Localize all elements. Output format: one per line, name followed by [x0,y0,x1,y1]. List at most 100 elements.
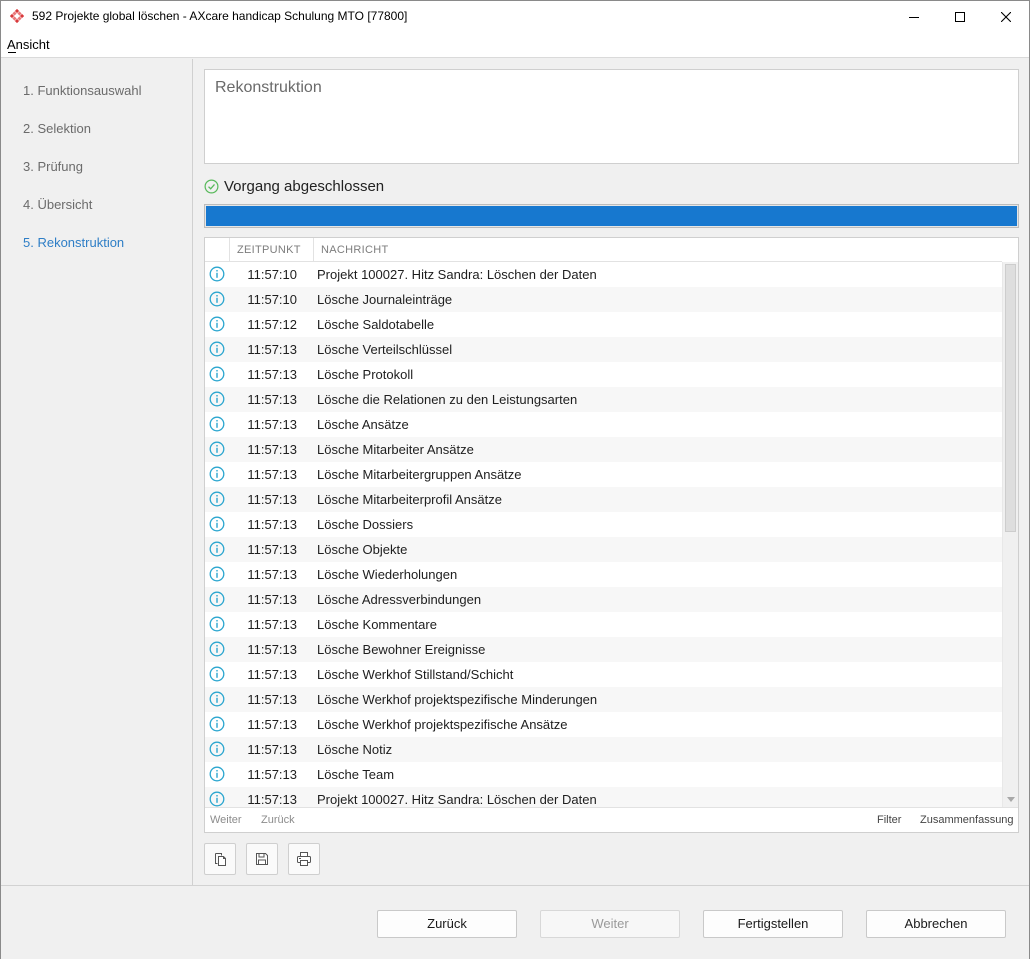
log-time: 11:57:13 [247,792,297,807]
log-row[interactable]: 11:57:13 Lösche Mitarbeiterprofil Ansätze [205,487,1002,512]
print-button[interactable] [288,843,320,875]
close-button[interactable] [983,1,1029,32]
app-logo-icon [10,9,24,23]
info-icon [209,291,225,307]
wizard-footer: Zurück Weiter Fertigstellen Abbrechen [1,885,1029,959]
log-message: Lösche Protokoll [317,367,414,382]
log-row[interactable]: 11:57:13 Lösche Werkhof projektspezifisch… [205,712,1002,737]
check-circle-icon [204,179,219,193]
log-row[interactable]: 11:57:13 Lösche die Relationen zu den Lei… [205,387,1002,412]
info-icon [209,266,225,282]
log-row[interactable]: 11:57:13 Lösche Wiederholungen [205,562,1002,587]
log-row[interactable]: 11:57:13 Lösche Mitarbeiter Ansätze [205,437,1002,462]
chevron-down-icon [1006,796,1015,802]
next-button[interactable]: Weiter [540,910,680,938]
info-icon [209,366,225,382]
info-icon [209,441,225,457]
step-rekonstruktion[interactable]: 5. Rekonstruktion [23,235,124,250]
minimize-button[interactable] [891,1,937,32]
log-footer: Weiter Zurück Filter Zusammenfassung [205,807,1018,832]
log-message: Lösche Mitarbeiterprofil Ansätze [317,492,502,507]
info-icon [209,541,225,557]
log-row[interactable]: 11:57:13 Lösche Verteilschlüssel [205,337,1002,362]
log-message: Lösche Ansätze [317,417,409,432]
log-time: 11:57:13 [247,342,297,357]
log-back-link[interactable]: Zurück [261,814,295,826]
log-message: Lösche Verteilschlüssel [317,342,453,357]
minimize-icon [909,16,919,18]
step-selektion[interactable]: 2. Selektion [23,121,91,136]
status-line: Vorgang abgeschlossen [204,176,384,196]
status-text: Vorgang abgeschlossen [224,177,385,195]
log-row[interactable]: 11:57:10 Lösche Journaleinträge [205,287,1002,312]
menu-bar: Ansicht [1,32,1029,58]
log-time: 11:57:12 [247,317,297,332]
info-icon [209,791,225,807]
step-funktionsauswahl[interactable]: 1. Funktionsauswahl [23,83,142,98]
vertical-scrollbar[interactable] [1002,262,1018,807]
save-icon [256,853,268,865]
column-header-message[interactable]: NACHRICHT [321,244,388,256]
menu-ansicht[interactable]: Ansicht [7,37,50,52]
log-message: Lösche Adressverbindungen [317,592,482,607]
log-message: Lösche die Relationen zu den Leistungsar… [317,392,578,407]
log-time: 11:57:10 [247,292,297,307]
finish-button[interactable]: Fertigstellen [703,910,843,938]
save-button[interactable] [246,843,278,875]
copy-icon [215,853,226,866]
copy-button[interactable] [204,843,236,875]
log-time: 11:57:13 [247,442,297,457]
info-icon [209,416,225,432]
log-row[interactable]: 11:57:13 Lösche Adressverbindungen [205,587,1002,612]
log-row[interactable]: 11:57:13 Lösche Notiz [205,737,1002,762]
log-grid: ZEITPUNKT NACHRICHT 11:57:10 Projekt 1000… [204,237,1019,833]
info-icon [209,466,225,482]
log-message: Projekt 100027. Hitz Sandra: Löschen der… [317,267,597,282]
log-message: Lösche Team [317,767,395,782]
wizard-window: 592 Projekte global löschen - AXcare han… [0,0,1030,959]
log-row[interactable]: 11:57:13 Lösche Protokoll [205,362,1002,387]
log-row[interactable]: 11:57:10 Projekt 100027. Hitz Sandra: Lös… [205,262,1002,287]
log-message: Lösche Journaleinträge [317,292,453,307]
log-row[interactable]: 11:57:12 Lösche Saldotabelle [205,312,1002,337]
info-icon [209,616,225,632]
log-next-link[interactable]: Weiter [210,814,242,826]
log-message: Projekt 100027. Hitz Sandra: Löschen der… [317,792,597,807]
info-icon [209,566,225,582]
log-time: 11:57:13 [247,417,297,432]
log-row[interactable]: 11:57:13 Lösche Kommentare [205,612,1002,637]
scrollbar-thumb[interactable] [1005,264,1016,532]
window-title: 592 Projekte global löschen - AXcare han… [32,9,408,23]
log-row[interactable]: 11:57:13 Projekt 100027. Hitz Sandra: Lös… [205,787,1002,807]
info-icon [209,691,225,707]
back-button[interactable]: Zurück [377,910,517,938]
log-row[interactable]: 11:57:13 Lösche Werkhof projektspezifisch… [205,687,1002,712]
log-row[interactable]: 11:57:13 Lösche Werkhof Stillstand/Schich… [205,662,1002,687]
wizard-steps-sidebar: 1. Funktionsauswahl 2. Selektion 3. Prüf… [1,59,193,885]
log-time: 11:57:13 [247,517,297,532]
info-icon [209,316,225,332]
scroll-down-button[interactable] [1005,793,1016,805]
title-bar[interactable]: 592 Projekte global löschen - AXcare han… [1,1,1029,32]
log-row[interactable]: 11:57:13 Lösche Team [205,762,1002,787]
log-row[interactable]: 11:57:13 Lösche Objekte [205,537,1002,562]
menu-mnemonic-underline [8,52,16,53]
info-icon [209,666,225,682]
log-row[interactable]: 11:57:13 Lösche Mitarbeitergruppen Ansätz… [205,462,1002,487]
step-uebersicht[interactable]: 4. Übersicht [23,197,92,212]
cancel-button[interactable]: Abbrechen [866,910,1006,938]
log-message: Lösche Kommentare [317,617,437,632]
page-header-box: Rekonstruktion [204,69,1019,164]
log-message: Lösche Werkhof Stillstand/Schicht [317,667,514,682]
log-filter-link[interactable]: Filter [877,814,901,826]
info-icon [209,766,225,782]
info-icon [209,391,225,407]
log-row[interactable]: 11:57:13 Lösche Ansätze [205,412,1002,437]
maximize-button[interactable] [937,1,983,32]
log-row[interactable]: 11:57:13 Lösche Bewohner Ereignisse [205,637,1002,662]
step-pruefung[interactable]: 3. Prüfung [23,159,83,174]
log-message: Lösche Werkhof projektspezifische Ansätz… [317,717,568,732]
column-header-time[interactable]: ZEITPUNKT [237,244,301,256]
log-summary-link[interactable]: Zusammenfassung [920,814,1014,826]
log-row[interactable]: 11:57:13 Lösche Dossiers [205,512,1002,537]
